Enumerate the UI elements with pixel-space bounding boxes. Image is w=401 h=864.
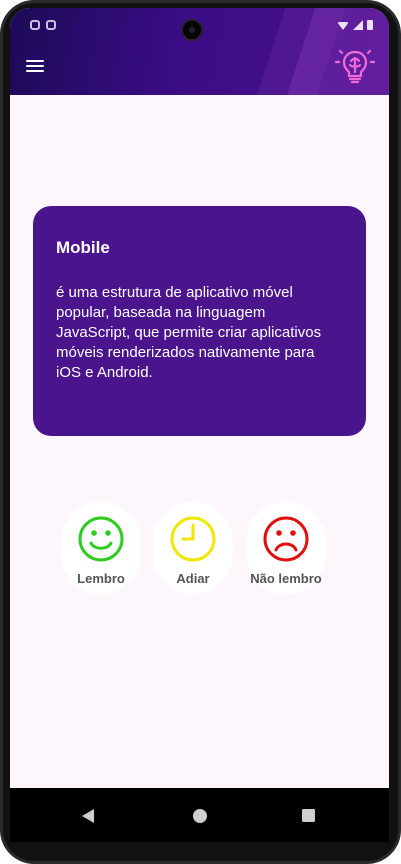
smile-face-icon (78, 516, 124, 562)
notification-icon (30, 20, 40, 30)
status-notifications (30, 20, 56, 30)
recents-square-icon[interactable] (301, 808, 316, 823)
postpone-button[interactable]: Adiar (147, 502, 239, 596)
remember-button[interactable]: Lembro (55, 502, 147, 596)
back-triangle-icon[interactable] (81, 808, 95, 824)
signal-icon (353, 20, 363, 30)
card-definition: é uma estrutura de aplicativo móvel popu… (56, 284, 322, 381)
notification-icon (46, 20, 56, 30)
lightbulb-brain-icon[interactable] (334, 46, 376, 86)
forgot-label: Não lembro (250, 571, 322, 586)
postpone-label: Adiar (176, 571, 210, 586)
app-screen: Mobile é uma estrutura de aplicativo móv… (10, 8, 389, 830)
hamburger-menu-icon[interactable] (26, 56, 48, 76)
system-nav-bar (10, 788, 389, 842)
forgot-button[interactable]: Não lembro (240, 502, 332, 596)
flashcard[interactable]: Mobile é uma estrutura de aplicativo móv… (33, 206, 366, 436)
front-camera (181, 19, 203, 41)
status-icons (337, 20, 373, 30)
sad-face-icon (263, 516, 309, 562)
clock-icon (170, 516, 216, 562)
battery-icon (367, 20, 373, 30)
home-circle-icon[interactable] (192, 808, 208, 824)
answer-options: Lembro Adiar Não lembro (10, 502, 389, 608)
wifi-icon (337, 22, 349, 30)
card-title: Mobile (56, 238, 110, 257)
remember-label: Lembro (77, 571, 125, 586)
